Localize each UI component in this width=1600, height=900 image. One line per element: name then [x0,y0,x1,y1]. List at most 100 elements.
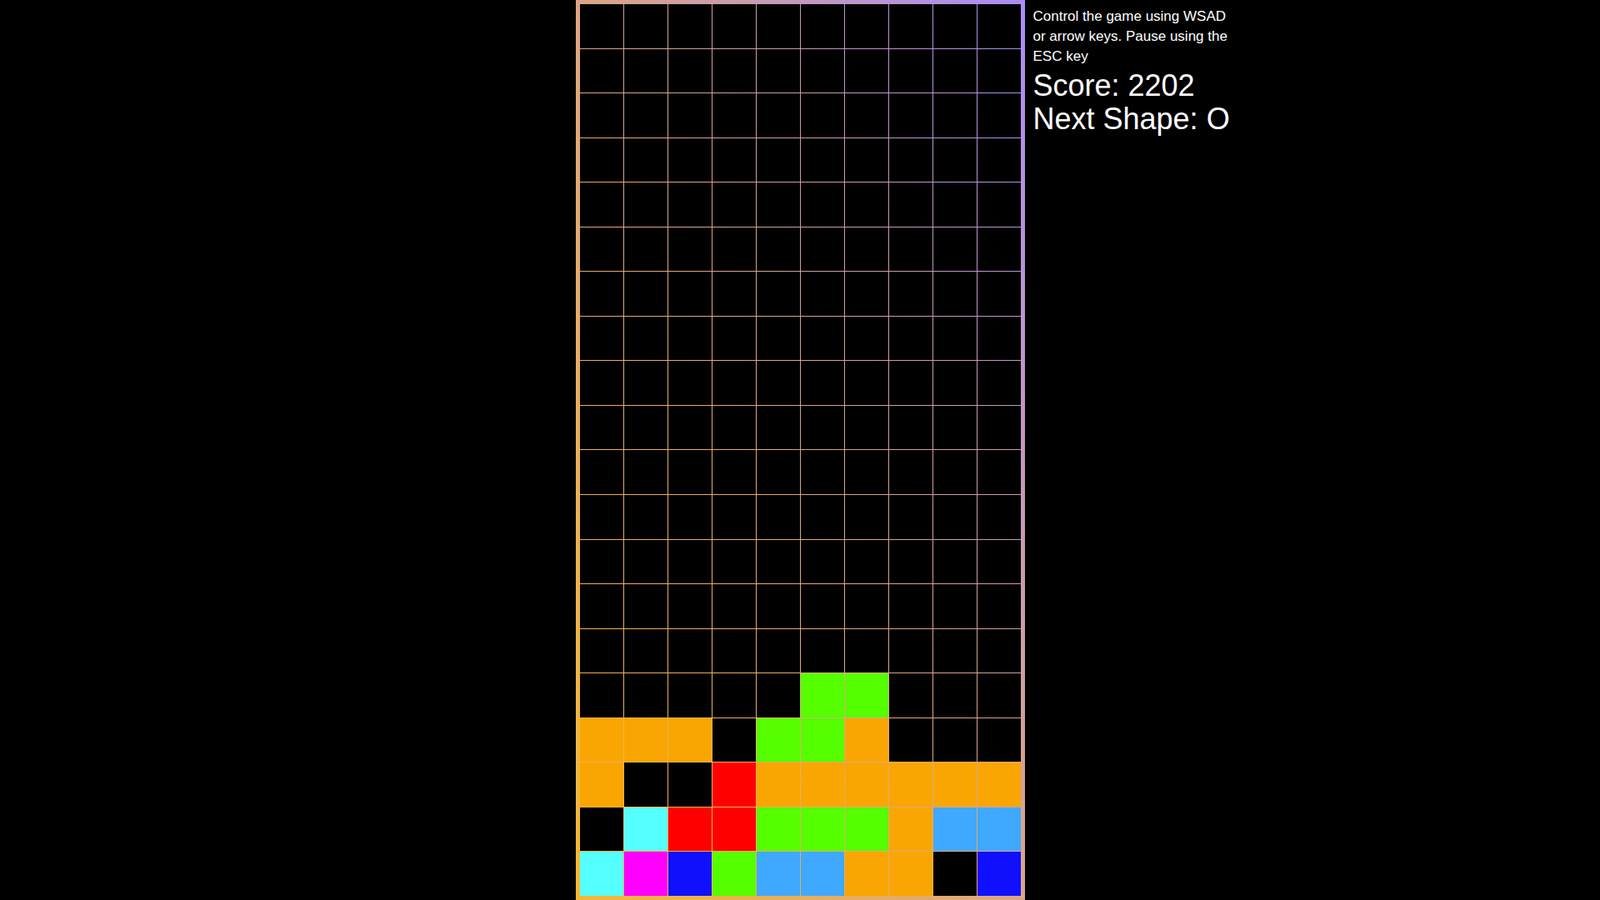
board-cell [933,182,977,227]
board-cell [977,718,1021,763]
next-shape-label: Next Shape: O [1033,102,1242,136]
board-cell [624,182,668,227]
board-cell [712,673,756,718]
board-cell [889,673,933,718]
board-cell [933,138,977,183]
board-cell [889,450,933,495]
board-cell [933,316,977,361]
board-cell [756,138,800,183]
board-cell [712,182,756,227]
board-cell [977,93,1021,138]
board-cell [977,450,1021,495]
board-cell [889,540,933,585]
board-cell [845,495,889,540]
board-cell [933,4,977,49]
board-cell [889,182,933,227]
board-cell [712,851,756,896]
board-cell [580,405,624,450]
board-cell [756,673,800,718]
board-cell [624,584,668,629]
board-cell [580,93,624,138]
board-cell [933,673,977,718]
board-cell [580,540,624,585]
board-cell [977,49,1021,94]
board-cell [845,316,889,361]
board-cell [668,540,712,585]
board-cell [800,762,845,807]
board-cell [889,718,933,763]
board-cell [580,360,624,405]
board-cell [845,762,889,807]
board-cell [889,762,933,807]
board-cell [933,807,977,852]
board-cell [624,673,668,718]
board-cell [624,405,668,450]
board-cell [889,584,933,629]
board-cell [845,93,889,138]
board-cell [800,316,845,361]
board-cell [845,405,889,450]
board-cell [668,360,712,405]
board-cell [624,851,668,896]
board-cell [580,4,624,49]
board-cell [580,316,624,361]
board-cell [712,4,756,49]
board-cell [668,182,712,227]
board-cell [668,49,712,94]
board-cell [580,450,624,495]
board-cell [800,718,845,763]
board-cell [712,405,756,450]
board-cell [977,360,1021,405]
board-cell [756,182,800,227]
board-cell [977,851,1021,896]
board-cell [624,629,668,674]
board-cell [668,718,712,763]
board-cell [668,93,712,138]
score-display: Score: 2202 [1033,69,1242,103]
board-cell [756,718,800,763]
board-cell [845,49,889,94]
board-cell [712,271,756,316]
board-cell [889,495,933,540]
board-cell [580,49,624,94]
board-cell [624,360,668,405]
board-cell [933,360,977,405]
board-cell [800,138,845,183]
board-cell [845,673,889,718]
board-cell [800,227,845,272]
board-cell [668,807,712,852]
board-cell [624,718,668,763]
board-cell [933,495,977,540]
board-cell [889,93,933,138]
board-cell [756,851,800,896]
board-cell [624,4,668,49]
board-cell [800,182,845,227]
board-cell [889,4,933,49]
board-cell [756,4,800,49]
board-cell [800,673,845,718]
board-cell [668,851,712,896]
board-cell [889,405,933,450]
board-cell [668,271,712,316]
board-cell [624,540,668,585]
board-cell [933,93,977,138]
board-cell [712,584,756,629]
board-cell [756,360,800,405]
board-cell [580,182,624,227]
board-cell [845,807,889,852]
board-cell [800,49,845,94]
board-cell [800,4,845,49]
board-cell [977,4,1021,49]
board-cell [800,93,845,138]
board-cell [624,495,668,540]
board-cell [977,182,1021,227]
board-cell [933,271,977,316]
board-cell [977,673,1021,718]
board-cell [977,540,1021,585]
board-cell [580,807,624,852]
board-cell [977,629,1021,674]
board-cell [668,316,712,361]
board-cell [624,316,668,361]
board-cell [933,851,977,896]
board-cell [756,93,800,138]
